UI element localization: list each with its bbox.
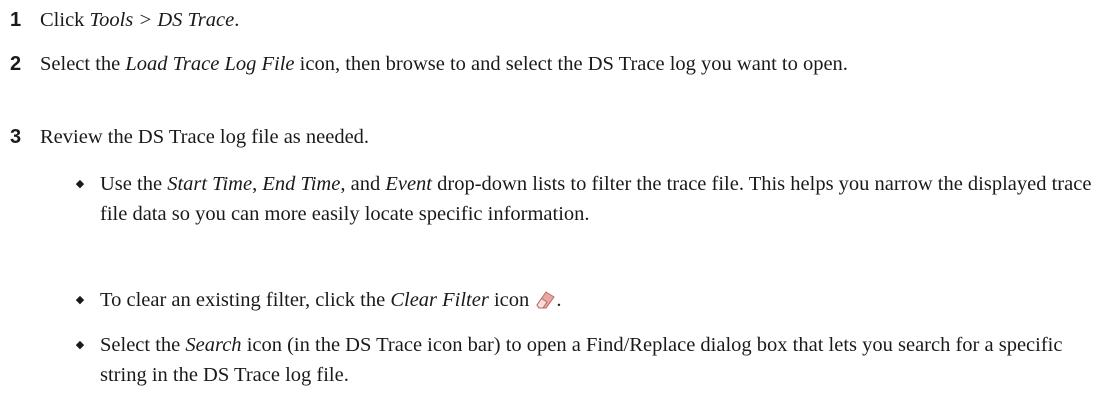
bullet-text: Select the Search icon (in the DS Trace … <box>100 330 1092 390</box>
step-3: 3 Review the DS Trace log file as needed… <box>10 122 1092 152</box>
step-number: 3 <box>10 126 22 148</box>
bullet-item-filter: ◆ Use the Start Time, End Time, and Even… <box>74 169 1092 229</box>
step-1: 1 Click Tools > DS Trace. <box>10 5 1092 35</box>
text-run: Select the <box>100 334 186 356</box>
emphasized-term: Search <box>185 334 242 356</box>
text-run: , <box>252 173 263 195</box>
bullet-text: Use the Start Time, End Time, and Event … <box>100 169 1092 229</box>
bullet-glyph: ◆ <box>75 339 85 351</box>
bullet-item-clear-filter: ◆ To clear an existing filter, click the… <box>74 285 1092 315</box>
text-run: icon <box>488 289 535 311</box>
text-run: , and <box>340 173 386 195</box>
text-run: Use the <box>100 173 168 195</box>
step-text: Click Tools > DS Trace. <box>40 5 1092 35</box>
text-run: Review the DS Trace log file as needed. <box>40 126 370 148</box>
bullet-item-search: ◆ Select the Search icon (in the DS Trac… <box>74 330 1092 390</box>
text-run: . <box>234 9 240 31</box>
step-text: Select the Load Trace Log File icon, the… <box>40 49 1092 79</box>
emphasized-term: Event <box>385 173 432 195</box>
bullet-glyph: ◆ <box>75 294 85 306</box>
step-text: Review the DS Trace log file as needed. <box>40 122 1092 152</box>
emphasized-term: Start Time <box>167 173 253 195</box>
emphasized-term: Load Trace Log File <box>125 53 295 75</box>
bullet-text: To clear an existing filter, click the C… <box>100 285 1092 315</box>
bullet-glyph: ◆ <box>75 178 85 190</box>
emphasized-term: End Time <box>262 173 341 195</box>
emphasized-term: Tools > DS Trace <box>89 9 235 31</box>
emphasized-term: Clear Filter <box>390 289 489 311</box>
text-run: To clear an existing filter, click the <box>100 289 391 311</box>
text-run: Select the <box>40 53 126 75</box>
eraser-icon <box>536 291 556 309</box>
text-run: icon, then browse to and select the DS T… <box>294 53 848 75</box>
step-number: 2 <box>10 53 22 75</box>
text-run: Click <box>40 9 90 31</box>
step-number: 1 <box>10 9 22 31</box>
text-run: . <box>556 289 562 311</box>
step-2: 2 Select the Load Trace Log File icon, t… <box>10 49 1092 79</box>
text-run: icon (in the DS Trace icon bar) to open … <box>100 334 1063 386</box>
